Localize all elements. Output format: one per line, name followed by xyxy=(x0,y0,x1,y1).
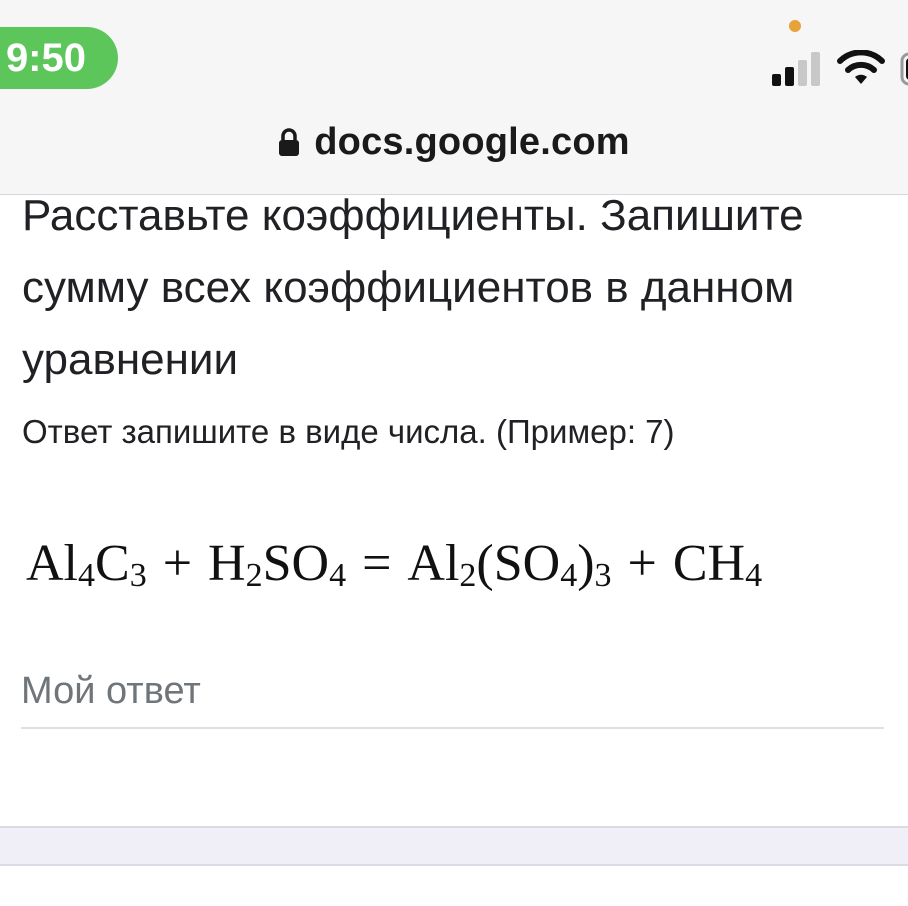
equation-al2so43-o-sub: 4 xyxy=(560,557,577,594)
equation-h2so4-o-sub: 4 xyxy=(329,557,346,594)
equation-equals: = xyxy=(362,535,391,592)
lock-icon xyxy=(279,128,300,156)
equation-h2so4-so: SO xyxy=(263,535,329,592)
section-divider xyxy=(0,826,908,866)
equation-al2so43-group-sub: 3 xyxy=(595,557,612,594)
status-time: 9:50 xyxy=(0,27,118,89)
equation-al4c3-c-sub: 3 xyxy=(130,557,147,594)
orange-dot-indicator xyxy=(789,20,801,32)
equation-al4c3-al-sub: 4 xyxy=(78,557,95,594)
chemical-equation: Al4C3 + H2SO4 = Al2(SO4)3 + CH4 xyxy=(26,520,896,610)
equation-al2so43-al: Al xyxy=(407,535,459,592)
wifi-icon xyxy=(837,50,885,84)
equation-plus-1: + xyxy=(163,535,192,592)
equation-h2so4-h-sub: 2 xyxy=(246,557,263,594)
equation-plus-2: + xyxy=(628,535,657,592)
answer-input[interactable] xyxy=(21,655,884,729)
equation-al4c3-al: Al xyxy=(26,535,78,592)
equation-al2so43-al-sub: 2 xyxy=(459,557,476,594)
equation-ch4-ch: CH xyxy=(673,535,745,592)
battery-icon xyxy=(900,52,908,86)
equation-h2so4-h: H xyxy=(208,535,246,592)
equation-al4c3-c: C xyxy=(95,535,130,592)
browser-header: 9:50 docs.google.com xyxy=(0,0,908,195)
address-bar[interactable]: docs.google.com xyxy=(0,118,908,166)
question-hint: Ответ запишите в виде числа. (Пример: 7) xyxy=(22,413,675,450)
question-title: Расставьте коэффициенты. Запишите сумму … xyxy=(22,191,804,384)
equation-al2so43-close: ) xyxy=(577,535,594,592)
signal-icon xyxy=(772,52,820,86)
svg-text:Al4C3+H2SO4=Al2(SO4)3+CH4: Al4C3 + H2SO4 = Al2(SO4)3 + CH4 xyxy=(26,535,762,594)
equation-ch4-h-sub: 4 xyxy=(745,557,762,594)
url-text: docs.google.com xyxy=(314,120,630,163)
equation-al2so43-open: (SO xyxy=(476,535,560,592)
